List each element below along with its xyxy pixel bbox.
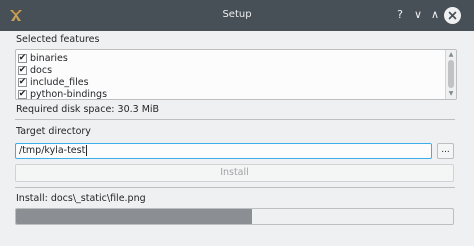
feature-label: python-bindings	[30, 88, 108, 100]
target-path-text: /tmp/kyla-test	[19, 145, 86, 156]
scroll-down-icon[interactable]: ▼	[447, 90, 455, 98]
list-scrollbar[interactable]: ▲ ▼	[445, 50, 456, 99]
list-item[interactable]: ✔ docs	[18, 64, 52, 76]
target-heading: Target directory	[16, 126, 91, 137]
close-icon	[448, 11, 457, 20]
help-button[interactable]: ?	[393, 8, 407, 22]
text-cursor	[86, 145, 88, 156]
browse-button[interactable]: ...	[437, 143, 454, 159]
feature-checkbox[interactable]: ✔	[18, 89, 27, 99]
list-item[interactable]: ✔ binaries	[18, 52, 68, 64]
progress-fill	[16, 209, 252, 224]
maximize-button[interactable]: ∧	[428, 8, 442, 22]
feature-checkbox[interactable]: ✔	[18, 65, 27, 75]
title-bar: Setup ? ∨ ∧	[0, 0, 474, 31]
feature-checkbox[interactable]: ✔	[18, 77, 27, 87]
features-list[interactable]: ✔ binaries ✔ docs ✔ include_files ✔ pyth…	[15, 49, 457, 100]
scroll-up-icon[interactable]: ▲	[447, 51, 455, 59]
install-status: Install: docs\_static\file.png	[16, 193, 146, 204]
feature-label: include_files	[30, 76, 89, 88]
feature-checkbox[interactable]: ✔	[18, 53, 27, 63]
section-divider	[15, 119, 455, 120]
scroll-thumb[interactable]	[448, 60, 454, 88]
close-button[interactable]	[444, 7, 461, 24]
target-directory-input[interactable]: /tmp/kyla-test	[15, 143, 432, 159]
minimize-button[interactable]: ∨	[411, 8, 425, 22]
disk-space-label: Required disk space: 30.3 MiB	[16, 104, 160, 115]
feature-label: binaries	[30, 52, 68, 64]
feature-label: docs	[30, 64, 53, 76]
section-divider	[15, 187, 455, 188]
install-button[interactable]: Install	[15, 164, 454, 182]
list-item[interactable]: ✔ python-bindings	[18, 88, 108, 100]
install-progress-bar	[15, 208, 454, 225]
features-heading: Selected features	[16, 34, 100, 45]
list-item[interactable]: ✔ include_files	[18, 76, 89, 88]
